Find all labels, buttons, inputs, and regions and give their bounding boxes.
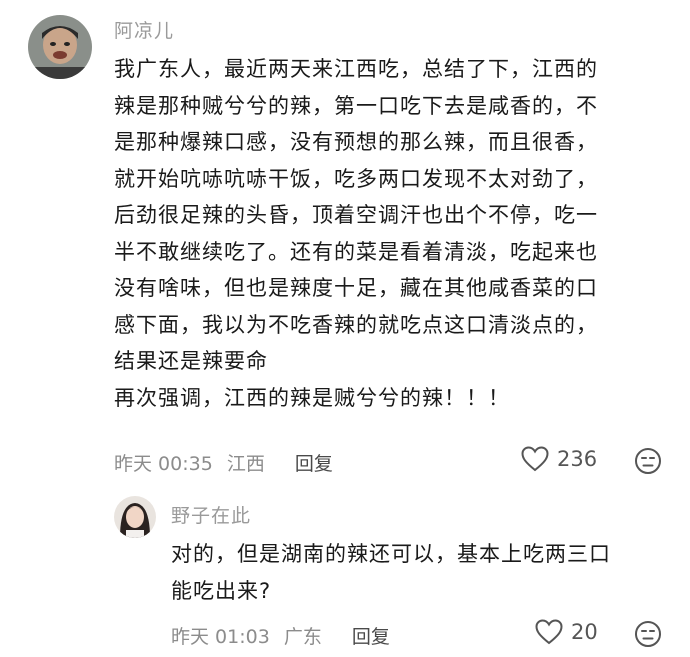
username[interactable]: 阿凉儿 [114,16,174,43]
dislike-button[interactable] [634,447,662,475]
comment-line: 能吃出来? [171,578,272,603]
comment-line: 再次强调，江西的辣是贼兮兮的辣！！！ [114,385,510,410]
heart-outline-icon [535,619,571,645]
comment-text: 我广东人，最近两天来江西吃，总结了下，江西的 辣是那种贼兮兮的辣，第一口吃下去是… [114,51,598,416]
comment-line: 没有啥味，但也是辣度十足，藏在其他咸香菜的口 [114,276,598,300]
comment-line: 感下面，我以为不吃香辣的就吃点这口清淡点的， [114,312,598,337]
reply-button[interactable]: 回复 [352,622,390,649]
like-button[interactable]: 236 [521,446,597,472]
comment-line: 辣是那种贼兮兮的辣，第一口吃下去是咸香的，不 [114,93,598,118]
avatar[interactable] [28,15,92,79]
comment-meta: 昨天 01:03 广东 回复 [171,622,390,649]
like-button[interactable]: 20 [535,619,598,645]
comment-line: 对的，但是湖南的辣还可以，基本上吃两三口 [171,542,611,566]
like-count: 20 [571,620,598,644]
meh-face-icon [634,620,662,648]
comment-line: 是那种爆辣口感，没有预想的那么辣，而且很香， [114,130,598,154]
location: 广东 [283,626,322,648]
timestamp: 昨天 00:35 [114,453,213,475]
timestamp: 昨天 01:03 [171,626,270,648]
avatar[interactable] [114,496,156,538]
location: 江西 [226,453,265,475]
reply-button[interactable]: 回复 [295,449,333,476]
meh-face-icon [634,447,662,475]
like-count: 236 [557,447,598,471]
comment-line: 半不敢继续吃了。还有的菜是看着清淡，吃起来也 [114,239,598,264]
comment-line: 后劲很足辣的头昏，顶着空调汗也出个不停，吃一 [114,203,598,227]
comment-meta: 昨天 00:35 江西 回复 [114,449,333,476]
username[interactable]: 野子在此 [171,501,251,528]
dislike-button[interactable] [634,620,662,648]
comment-line: 我广东人，最近两天来江西吃，总结了下，江西的 [114,57,598,81]
heart-outline-icon [521,446,557,472]
comment-line: 就开始吭哧吭哧干饭，吃多两口发现不太对劲了， [114,166,598,191]
comment-line: 结果还是辣要命 [114,349,268,373]
comment-text: 对的，但是湖南的辣还可以，基本上吃两三口 能吃出来? [171,536,611,609]
